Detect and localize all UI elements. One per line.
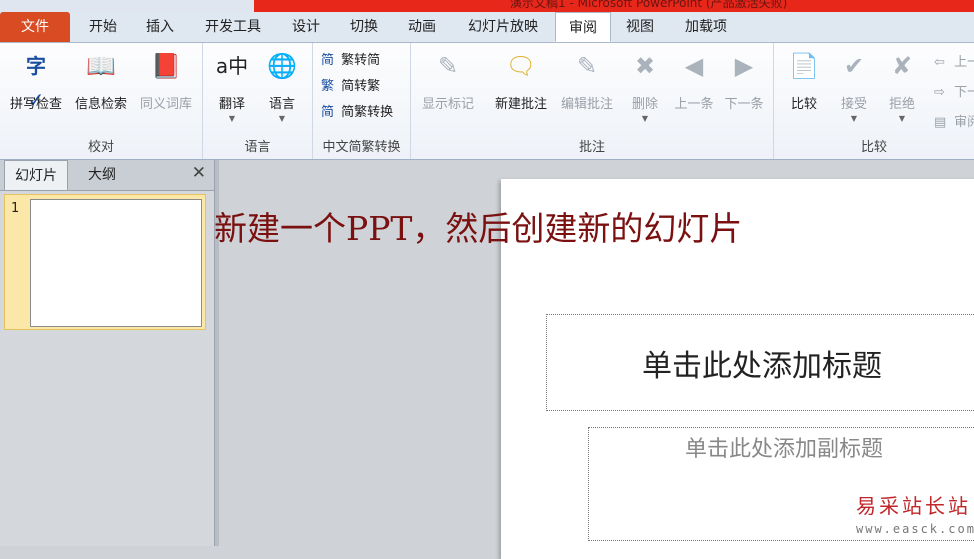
spell-check-button[interactable]: 字✓ 拼写检查 bbox=[4, 49, 68, 112]
tab-view[interactable]: 视图 bbox=[618, 12, 662, 42]
group-proofing: 字✓ 拼写检查 📖 信息检索 📕 同义词库 校对 bbox=[0, 43, 203, 159]
next-comment-button[interactable]: ▶ 下一条 bbox=[719, 49, 769, 112]
tab-insert[interactable]: 插入 bbox=[138, 12, 182, 42]
compare-button[interactable]: 📄 比较 bbox=[782, 49, 826, 112]
reject-icon: ✘ bbox=[891, 52, 913, 80]
group-label-language: 语言 bbox=[244, 140, 271, 155]
title-placeholder[interactable]: 单击此处添加标题 bbox=[546, 314, 974, 411]
watermark-url: www.easck.com bbox=[856, 522, 974, 536]
accept-button[interactable]: ✔ 接受 ▼ bbox=[832, 49, 876, 123]
slides-panel: 幻灯片 大纲 ✕ 1 bbox=[0, 160, 215, 546]
slide-thumbnail-item[interactable]: 1 bbox=[4, 194, 206, 330]
previous-arrow-icon: ◀ bbox=[684, 52, 704, 80]
title-bar: 演示文稿1 - Microsoft PowerPoint (产品激活失败) bbox=[0, 0, 974, 12]
to-simplified-icon: 简 bbox=[321, 53, 335, 68]
delete-comment-button[interactable]: ✖ 删除 ▼ bbox=[623, 49, 667, 123]
slide-thumbnail[interactable] bbox=[30, 199, 202, 327]
title-placeholder-text: 单击此处添加标题 bbox=[642, 349, 882, 384]
convert-button[interactable]: 简 简繁转换 bbox=[321, 101, 393, 120]
language-button[interactable]: 🌐 语言 ▼ bbox=[259, 49, 305, 123]
research-button[interactable]: 📖 信息检索 bbox=[70, 49, 132, 112]
spellcheck-icon: 字✓ bbox=[26, 54, 46, 112]
group-label-compare: 比较 bbox=[860, 140, 887, 155]
previous-comment-button[interactable]: ◀ 上一条 bbox=[669, 49, 719, 112]
compare-previous-button[interactable]: ⇦ 上一 bbox=[934, 51, 974, 70]
chevron-down-icon: ▼ bbox=[898, 114, 906, 123]
accept-check-icon: ✔ bbox=[843, 52, 865, 80]
translate-icon: a中 bbox=[215, 54, 249, 78]
translate-button[interactable]: a中 翻译 ▼ bbox=[209, 49, 255, 123]
new-comment-icon: 🗨 bbox=[505, 52, 537, 80]
research-book-icon: 📖 bbox=[86, 52, 116, 80]
tab-design[interactable]: 设计 bbox=[284, 12, 328, 42]
tab-slides-panel[interactable]: 幻灯片 bbox=[4, 160, 68, 190]
panel-tabs: 幻灯片 大纲 ✕ bbox=[0, 160, 214, 191]
tab-addins[interactable]: 加载项 bbox=[676, 12, 736, 42]
reviewing-pane-icon: ▤ bbox=[934, 115, 947, 130]
reviewing-pane-button[interactable]: ▤ 审阅 bbox=[934, 111, 974, 130]
group-language: a中 翻译 ▼ 🌐 语言 ▼ 语言 bbox=[203, 43, 313, 159]
close-icon[interactable]: ✕ bbox=[192, 163, 206, 183]
compare-document-icon: 📄 bbox=[789, 52, 819, 80]
tab-file[interactable]: 文件 bbox=[0, 12, 70, 42]
window-title: 演示文稿1 - Microsoft PowerPoint (产品激活失败) bbox=[510, 0, 788, 10]
compare-next-button[interactable]: ⇨ 下一 bbox=[934, 81, 974, 100]
thesaurus-book-icon: 📕 bbox=[151, 52, 181, 80]
tab-transitions[interactable]: 切换 bbox=[342, 12, 386, 42]
chevron-down-icon: ▼ bbox=[278, 114, 286, 123]
edit-comment-button[interactable]: ✎ 编辑批注 bbox=[555, 49, 619, 112]
convert-icon: 简 bbox=[321, 105, 335, 120]
show-markup-button[interactable]: ✎ 显示标记 bbox=[415, 49, 481, 112]
subtitle-placeholder-text: 单击此处添加副标题 bbox=[684, 437, 883, 462]
watermark-name: 易采站长站 bbox=[856, 494, 971, 518]
to-traditional-button[interactable]: 繁 简转繁 bbox=[321, 75, 380, 94]
chevron-down-icon: ▼ bbox=[228, 114, 236, 123]
thesaurus-button[interactable]: 📕 同义词库 bbox=[134, 49, 198, 112]
group-comments: ✎ 显示标记 🗨 新建批注 ✎ 编辑批注 ✖ 删除 ▼ ◀ 上一条 ▶ 下一条 … bbox=[411, 43, 774, 159]
previous-change-icon: ⇦ bbox=[934, 55, 945, 70]
group-label-comments: 批注 bbox=[578, 140, 605, 155]
group-chinese-conversion: 简 繁转简 繁 简转繁 简 简繁转换 中文简繁转换 bbox=[313, 43, 411, 159]
reject-button[interactable]: ✘ 拒绝 ▼ bbox=[880, 49, 924, 123]
next-change-icon: ⇨ bbox=[934, 85, 945, 100]
tab-review[interactable]: 审阅 bbox=[555, 12, 611, 42]
tab-animations[interactable]: 动画 bbox=[400, 12, 444, 42]
next-arrow-icon: ▶ bbox=[734, 52, 754, 80]
new-comment-button[interactable]: 🗨 新建批注 bbox=[489, 49, 553, 112]
group-label-chinese-conversion: 中文简繁转换 bbox=[322, 140, 401, 155]
slide-number: 1 bbox=[11, 201, 20, 216]
tab-slideshow[interactable]: 幻灯片放映 bbox=[458, 12, 548, 42]
to-traditional-icon: 繁 bbox=[321, 79, 335, 94]
language-globe-icon: 🌐 bbox=[267, 52, 297, 80]
ribbon-tab-row: 文件 开始 插入 开发工具 设计 切换 动画 幻灯片放映 审阅 视图 加载项 bbox=[0, 12, 974, 43]
group-label-proofing: 校对 bbox=[87, 140, 114, 155]
chevron-down-icon: ▼ bbox=[641, 114, 649, 123]
delete-comment-icon: ✖ bbox=[634, 52, 656, 80]
ribbon: 字✓ 拼写检查 📖 信息检索 📕 同义词库 校对 a中 翻译 ▼ 🌐 语言 ▼ … bbox=[0, 43, 974, 160]
edit-comment-icon: ✎ bbox=[576, 52, 598, 80]
show-markup-icon: ✎ bbox=[437, 52, 459, 80]
tab-developer[interactable]: 开发工具 bbox=[196, 12, 270, 42]
to-simplified-button[interactable]: 简 繁转简 bbox=[321, 49, 380, 68]
tab-home[interactable]: 开始 bbox=[80, 12, 126, 42]
chevron-down-icon: ▼ bbox=[850, 114, 858, 123]
tutorial-caption: 新建一个PPT，然后创建新的幻灯片 bbox=[214, 209, 743, 248]
tab-outline-panel[interactable]: 大纲 bbox=[70, 160, 134, 190]
group-compare: 📄 比较 ✔ 接受 ▼ ✘ 拒绝 ▼ ⇦ 上一 ⇨ 下一 ▤ 审阅 比较 bbox=[774, 43, 974, 159]
